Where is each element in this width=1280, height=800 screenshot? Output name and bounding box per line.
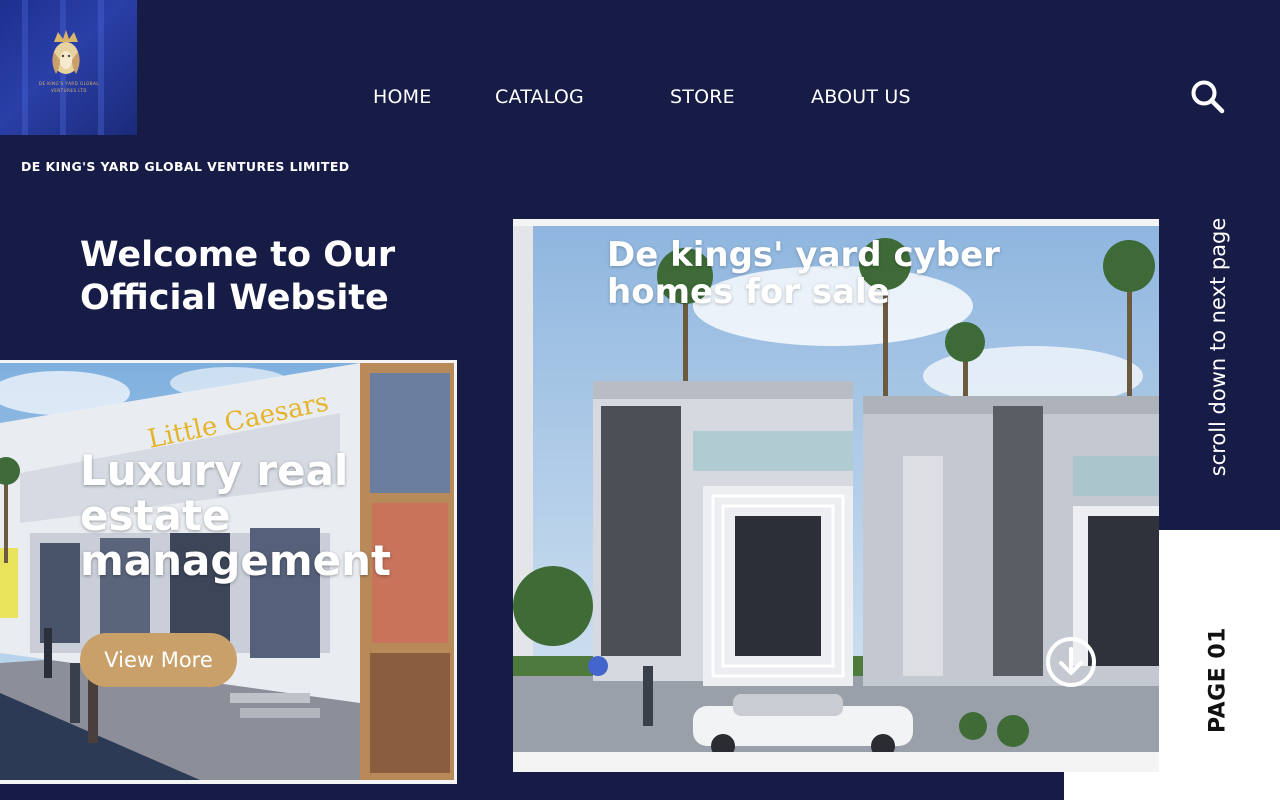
nav-home[interactable]: HOME <box>373 86 431 108</box>
scroll-hint-text: scroll down to next page <box>1206 217 1230 477</box>
welcome-heading: Welcome to Our Official Website <box>80 235 396 318</box>
decorative-strip <box>1064 772 1160 800</box>
nav-catalog[interactable]: CATALOG <box>495 86 584 108</box>
logo[interactable]: DE KING'S YARD GLOBAL VENTURES LTD <box>0 0 137 135</box>
search-button[interactable] <box>1190 79 1226 115</box>
nav-about-us[interactable]: ABOUT US <box>811 86 911 108</box>
feature-title: De kings' yard cyber homes for sale <box>607 235 1000 312</box>
nav-store[interactable]: STORE <box>670 86 735 108</box>
logo-text: DE KING'S YARD GLOBAL VENTURES LTD <box>38 81 100 93</box>
company-name: DE KING'S YARD GLOBAL VENTURES LIMITED <box>21 159 350 174</box>
arrow-down-circle-icon <box>1046 637 1096 687</box>
search-icon <box>1191 80 1225 114</box>
scroll-down-button[interactable] <box>1045 636 1097 688</box>
page-label-text: PAGE 01 <box>1205 627 1231 733</box>
hero-title: Luxury real estate management <box>80 446 392 585</box>
view-more-button[interactable]: View More <box>80 633 237 687</box>
lion-crown-icon <box>52 30 80 74</box>
